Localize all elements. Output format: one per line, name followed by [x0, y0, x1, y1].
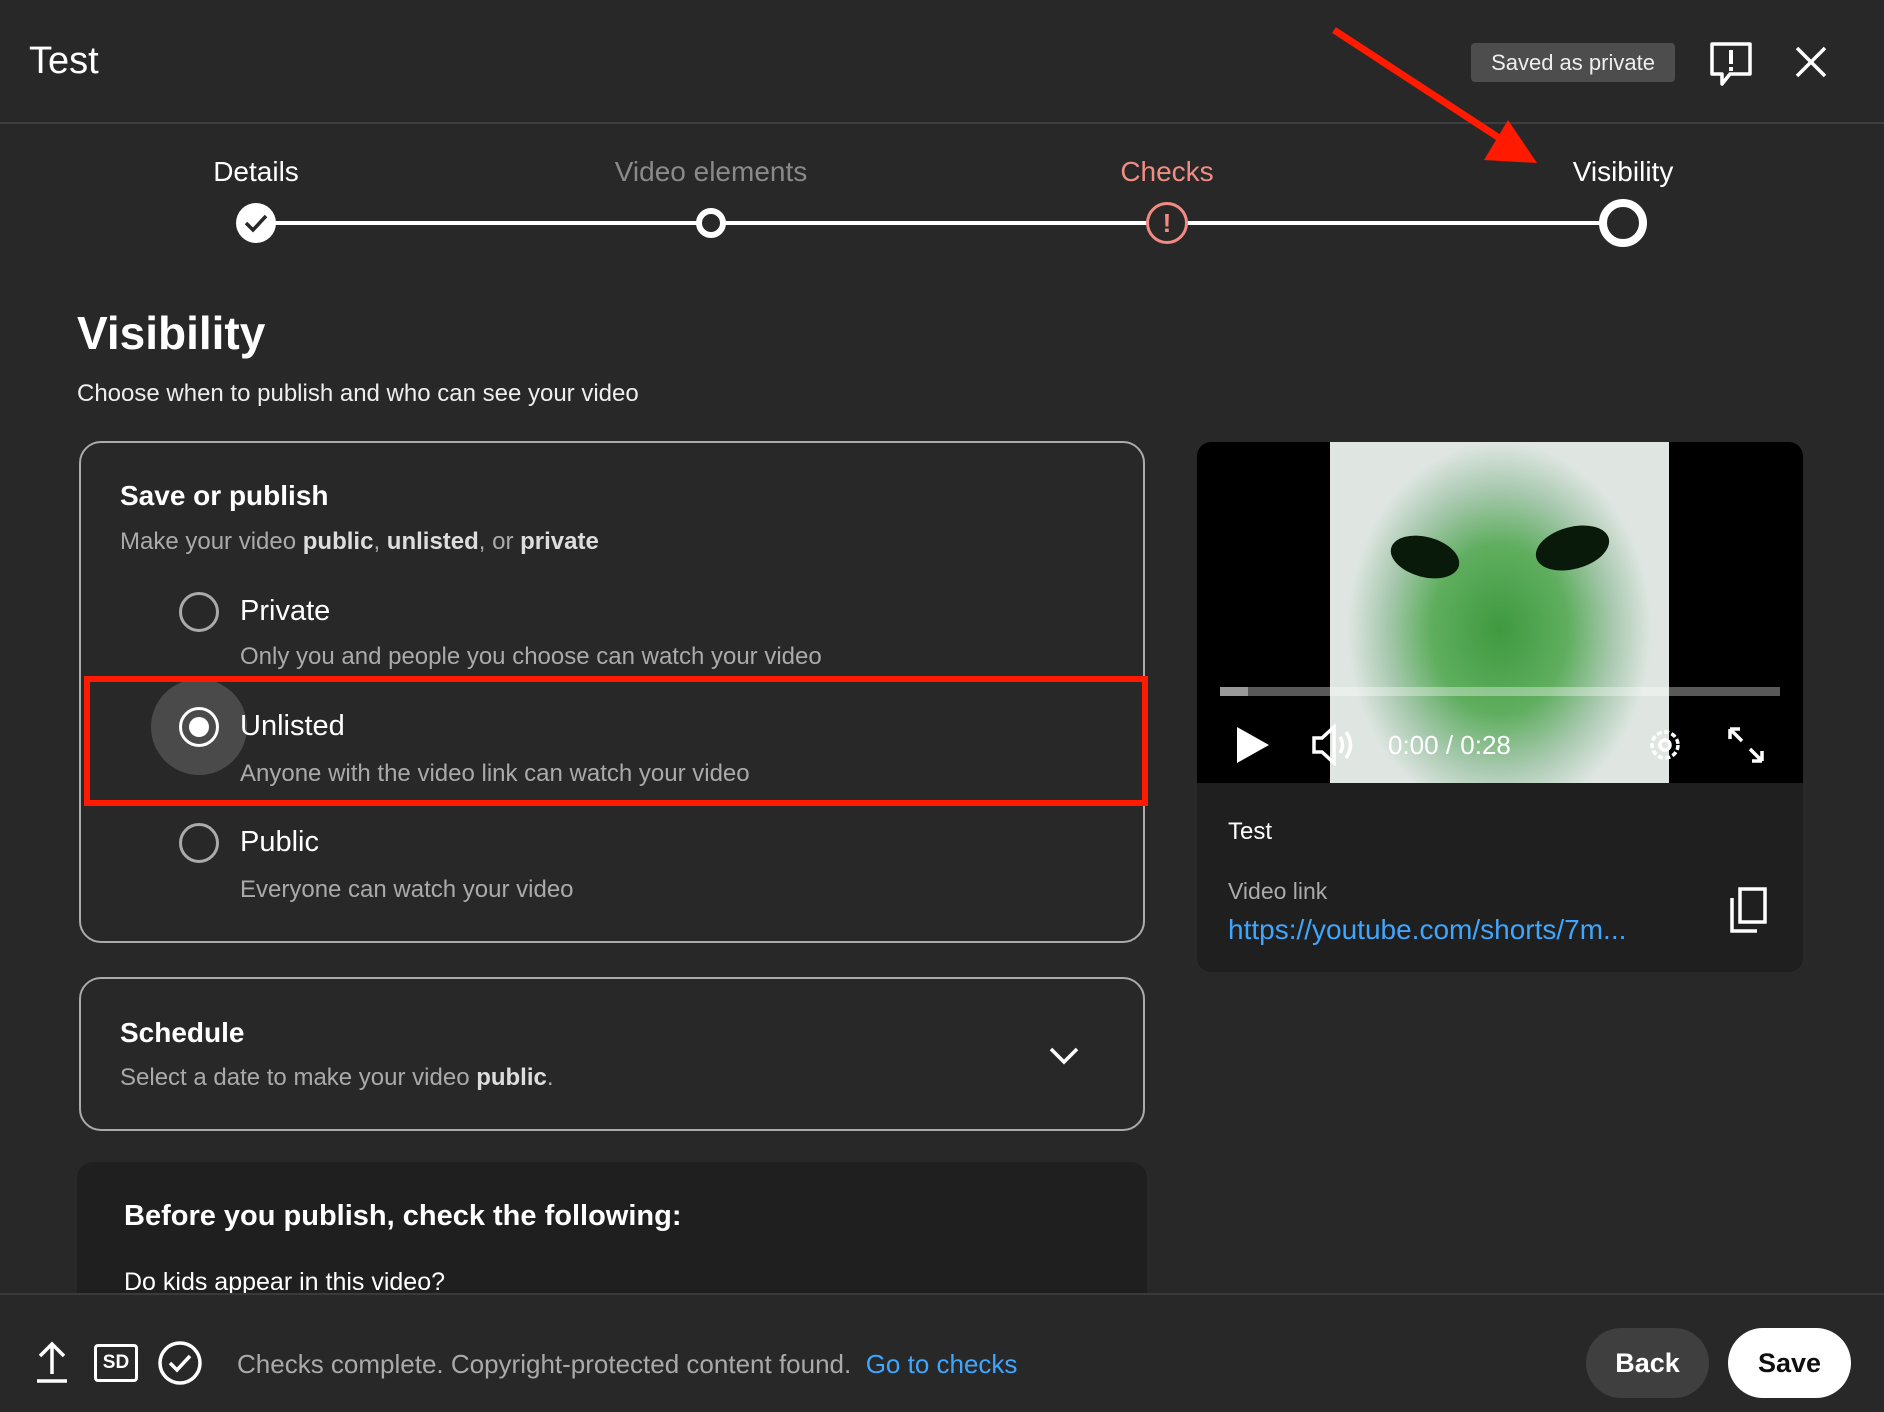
footer-status: Checks complete. Copyright-protected con… — [237, 1349, 1018, 1379]
copy-icon[interactable] — [1728, 886, 1768, 934]
annotation-highlight-box — [84, 676, 1148, 806]
save-publish-subtitle: Make your video public, unlisted, or pri… — [120, 528, 599, 555]
fullscreen-icon[interactable] — [1726, 725, 1766, 765]
play-icon[interactable] — [1235, 725, 1271, 765]
volume-icon[interactable] — [1311, 724, 1357, 766]
warning-icon: ! — [1146, 202, 1188, 244]
stepper-track — [256, 221, 1623, 225]
save-button[interactable]: Save — [1728, 1328, 1851, 1398]
schedule-subtitle: Select a date to make your video public. — [120, 1064, 554, 1091]
go-to-checks-link[interactable]: Go to checks — [866, 1349, 1018, 1379]
annotation-arrow-icon — [1332, 27, 1537, 163]
back-button[interactable]: Back — [1586, 1328, 1709, 1398]
check-icon — [236, 203, 276, 243]
option-private-label[interactable]: Private — [240, 595, 330, 628]
radio-public[interactable] — [179, 823, 219, 863]
chevron-down-icon[interactable] — [1048, 1046, 1080, 1066]
page-title: Visibility — [77, 307, 266, 359]
video-link-label: Video link — [1228, 878, 1328, 904]
settings-gear-icon[interactable] — [1643, 723, 1687, 767]
schedule-card[interactable] — [79, 977, 1145, 1131]
option-public-desc: Everyone can watch your video — [240, 876, 574, 903]
option-private-desc: Only you and people you choose can watch… — [240, 643, 822, 670]
sd-quality-icon: SD — [94, 1344, 138, 1382]
progress-bar[interactable] — [1220, 687, 1780, 696]
schedule-title: Schedule — [120, 1017, 245, 1048]
upload-icon — [37, 1341, 67, 1383]
video-time: 0:00 / 0:28 — [1388, 730, 1511, 760]
checks-complete-icon — [158, 1341, 202, 1385]
save-publish-title: Save or publish — [120, 480, 329, 511]
video-link[interactable]: https://youtube.com/shorts/7m... — [1228, 914, 1626, 946]
option-public-label[interactable]: Public — [240, 826, 319, 859]
radio-private[interactable] — [179, 592, 219, 632]
step-dot-icon — [696, 208, 726, 238]
current-step-dot-icon — [1599, 199, 1647, 247]
page-subtitle: Choose when to publish and who can see y… — [77, 380, 639, 407]
video-preview-card: 0:00 / 0:28 Test Video link https://yout… — [1197, 442, 1803, 972]
before-publish-title: Before you publish, check the following: — [124, 1200, 682, 1232]
video-title: Test — [1228, 818, 1273, 845]
